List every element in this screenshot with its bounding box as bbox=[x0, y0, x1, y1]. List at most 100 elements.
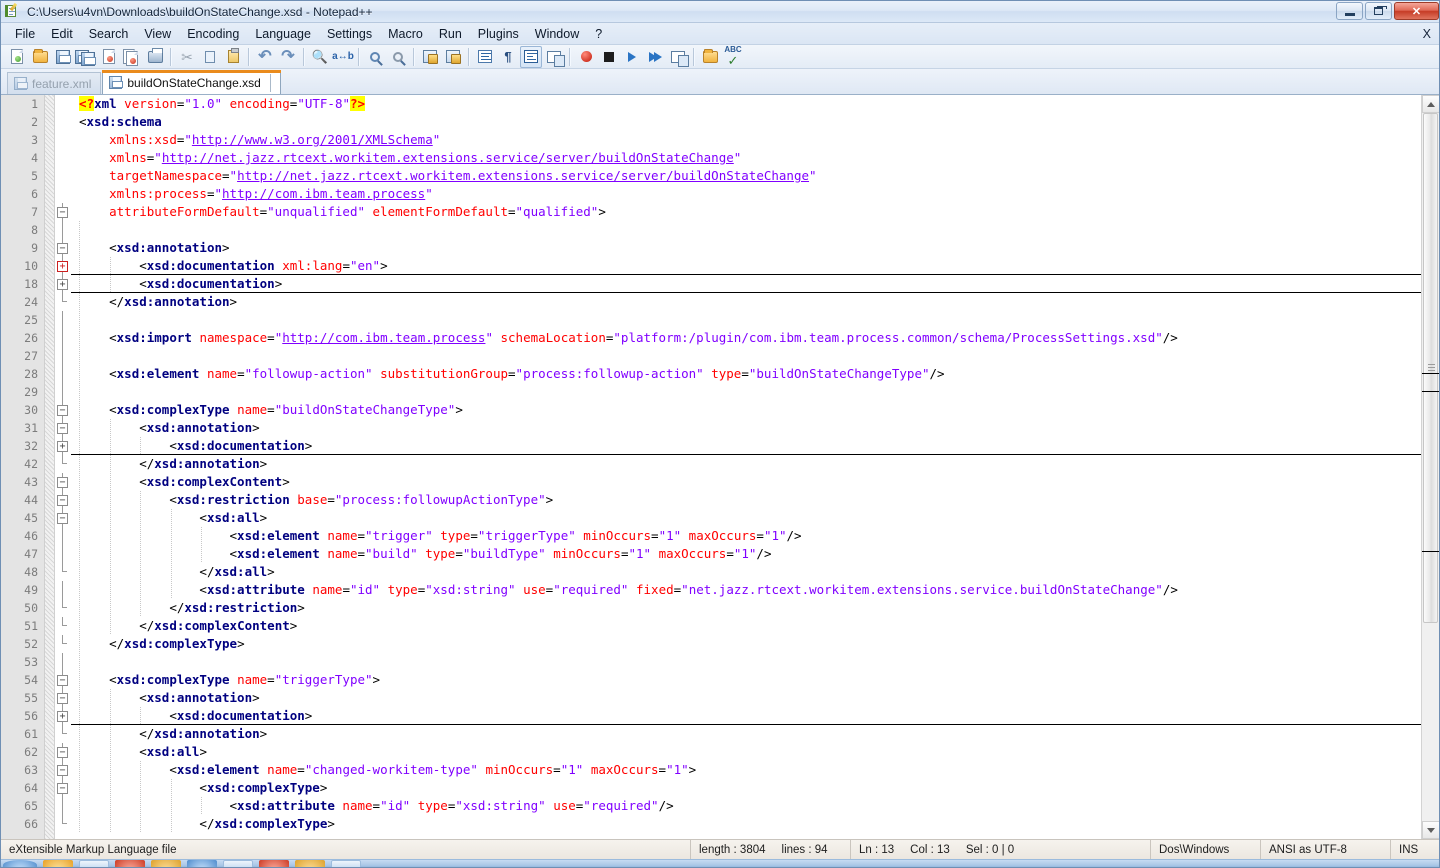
code-area[interactable]: <?xml version="1.0" encoding="UTF-8"?> <x… bbox=[71, 95, 1439, 839]
taskbar-item[interactable] bbox=[259, 860, 289, 867]
code-line[interactable]: <xsd:complexType> bbox=[71, 779, 1439, 797]
fold-marker[interactable] bbox=[55, 653, 71, 671]
fold-marker[interactable]: − bbox=[55, 671, 71, 689]
tab-buildonstatechange-xsd[interactable]: buildOnStateChange.xsd bbox=[102, 70, 282, 94]
fold-marker[interactable]: − bbox=[55, 473, 71, 491]
code-line[interactable]: <xsd:complexContent> bbox=[71, 473, 1439, 491]
fold-marker[interactable]: − bbox=[55, 401, 71, 419]
code-line[interactable]: <xsd:schema bbox=[71, 113, 1439, 131]
word-wrap-icon[interactable] bbox=[474, 46, 496, 68]
fold-marker[interactable] bbox=[55, 797, 71, 815]
save-all-icon[interactable] bbox=[74, 46, 97, 68]
save-icon[interactable] bbox=[52, 46, 74, 68]
fold-marker[interactable] bbox=[55, 545, 71, 563]
menu-settings[interactable]: Settings bbox=[319, 25, 380, 43]
code-line[interactable]: targetNamespace="http://net.jazz.rtcext.… bbox=[71, 167, 1439, 185]
code-folding-margin[interactable]: − − + + − − + − − − − − + − − − bbox=[55, 95, 71, 839]
cut-icon[interactable]: ✂ bbox=[176, 46, 198, 68]
paste-icon[interactable] bbox=[222, 46, 244, 68]
fold-marker[interactable] bbox=[55, 725, 71, 743]
code-line[interactable]: xmlns:xsd="http://www.w3.org/2001/XMLSch… bbox=[71, 131, 1439, 149]
code-line[interactable]: <xsd:element name="changed-workitem-type… bbox=[71, 761, 1439, 779]
close-file-icon[interactable] bbox=[98, 46, 120, 68]
code-line[interactable]: <xsd:documentation> bbox=[71, 437, 1439, 455]
code-line[interactable]: </xsd:all> bbox=[71, 563, 1439, 581]
close-all-files-icon[interactable] bbox=[121, 46, 143, 68]
code-line[interactable]: </xsd:annotation> bbox=[71, 455, 1439, 473]
code-line[interactable]: <xsd:restriction base="process:followupA… bbox=[71, 491, 1439, 509]
code-line[interactable] bbox=[71, 347, 1439, 365]
find-icon[interactable]: 🔍 bbox=[309, 46, 331, 68]
user-defined-dialog-icon[interactable] bbox=[543, 46, 565, 68]
menu-macro[interactable]: Macro bbox=[380, 25, 431, 43]
code-line[interactable]: <xsd:annotation> bbox=[71, 239, 1439, 257]
code-line[interactable]: <xsd:element name="followup-action" subs… bbox=[71, 365, 1439, 383]
code-line[interactable]: <xsd:documentation> bbox=[71, 275, 1439, 293]
close-window-button[interactable]: ✕ bbox=[1394, 2, 1439, 20]
fold-marker[interactable]: + bbox=[55, 275, 71, 293]
fold-marker[interactable] bbox=[55, 815, 71, 833]
redo-icon[interactable]: ↷ bbox=[277, 46, 299, 68]
code-line[interactable]: attributeFormDefault="unqualified" eleme… bbox=[71, 203, 1439, 221]
taskbar-item[interactable] bbox=[79, 860, 109, 867]
start-record-macro-icon[interactable] bbox=[575, 46, 597, 68]
new-file-icon[interactable] bbox=[6, 46, 28, 68]
fold-marker[interactable] bbox=[55, 581, 71, 599]
code-line[interactable]: <xsd:complexType name="buildOnStateChang… bbox=[71, 401, 1439, 419]
code-line[interactable]: xmlns:process="http://com.ibm.team.proce… bbox=[71, 185, 1439, 203]
menu-language[interactable]: Language bbox=[247, 25, 319, 43]
stop-record-macro-icon[interactable] bbox=[598, 46, 620, 68]
fold-marker[interactable] bbox=[55, 617, 71, 635]
code-line[interactable]: <xsd:element name="trigger" type="trigge… bbox=[71, 527, 1439, 545]
fold-marker[interactable] bbox=[55, 347, 71, 365]
print-icon[interactable] bbox=[144, 46, 166, 68]
taskbar-item[interactable] bbox=[295, 860, 325, 867]
zoom-in-icon[interactable] bbox=[364, 46, 386, 68]
code-line[interactable]: <xsd:complexType name="triggerType"> bbox=[71, 671, 1439, 689]
code-line[interactable]: <xsd:documentation> bbox=[71, 707, 1439, 725]
vertical-scrollbar[interactable] bbox=[1421, 95, 1439, 839]
maximize-button[interactable] bbox=[1365, 2, 1392, 20]
fold-marker[interactable]: − bbox=[55, 491, 71, 509]
code-line[interactable]: </xsd:annotation> bbox=[71, 725, 1439, 743]
run-macro-multiple-icon[interactable] bbox=[644, 46, 666, 68]
taskbar-item[interactable] bbox=[187, 860, 217, 867]
fold-marker[interactable] bbox=[55, 365, 71, 383]
menu-search[interactable]: Search bbox=[81, 25, 137, 43]
fold-marker[interactable]: + bbox=[55, 437, 71, 455]
show-all-characters-icon[interactable]: ¶ bbox=[497, 46, 519, 68]
code-line[interactable]: <xsd:documentation xml:lang="en"> bbox=[71, 257, 1439, 275]
playback-macro-icon[interactable] bbox=[621, 46, 643, 68]
fold-marker[interactable] bbox=[55, 293, 71, 311]
fold-marker[interactable]: − bbox=[55, 203, 71, 221]
menu-encoding[interactable]: Encoding bbox=[179, 25, 247, 43]
fold-marker[interactable]: − bbox=[55, 419, 71, 437]
fold-marker[interactable] bbox=[55, 221, 71, 239]
bookmark-margin[interactable] bbox=[45, 95, 55, 839]
close-document-button[interactable]: X bbox=[1423, 27, 1431, 41]
fold-marker[interactable]: − bbox=[55, 779, 71, 797]
menu-window[interactable]: Window bbox=[527, 25, 587, 43]
code-line[interactable]: <xsd:element name="build" type="buildTyp… bbox=[71, 545, 1439, 563]
fold-marker[interactable] bbox=[55, 527, 71, 545]
fold-marker[interactable] bbox=[55, 329, 71, 347]
code-line[interactable] bbox=[71, 653, 1439, 671]
fold-marker[interactable]: − bbox=[55, 743, 71, 761]
replace-icon[interactable]: a↔b bbox=[332, 46, 354, 68]
taskbar-item[interactable] bbox=[223, 860, 253, 867]
menu-view[interactable]: View bbox=[136, 25, 179, 43]
code-line[interactable]: </xsd:complexType> bbox=[71, 815, 1439, 833]
code-line[interactable]: </xsd:annotation> bbox=[71, 293, 1439, 311]
fold-marker[interactable]: − bbox=[55, 509, 71, 527]
sync-vertical-scroll-icon[interactable] bbox=[419, 46, 441, 68]
undo-icon[interactable]: ↶ bbox=[254, 46, 276, 68]
menu-plugins[interactable]: Plugins bbox=[470, 25, 527, 43]
open-file-icon[interactable] bbox=[29, 46, 51, 68]
code-line[interactable] bbox=[71, 311, 1439, 329]
spell-check-icon[interactable]: ABC ✓ bbox=[722, 46, 744, 68]
tab-feature-xml[interactable]: feature.xml bbox=[7, 72, 102, 94]
code-line[interactable]: </xsd:complexContent> bbox=[71, 617, 1439, 635]
code-line[interactable]: <xsd:annotation> bbox=[71, 689, 1439, 707]
fold-marker[interactable] bbox=[55, 599, 71, 617]
taskbar-item[interactable] bbox=[331, 860, 361, 867]
